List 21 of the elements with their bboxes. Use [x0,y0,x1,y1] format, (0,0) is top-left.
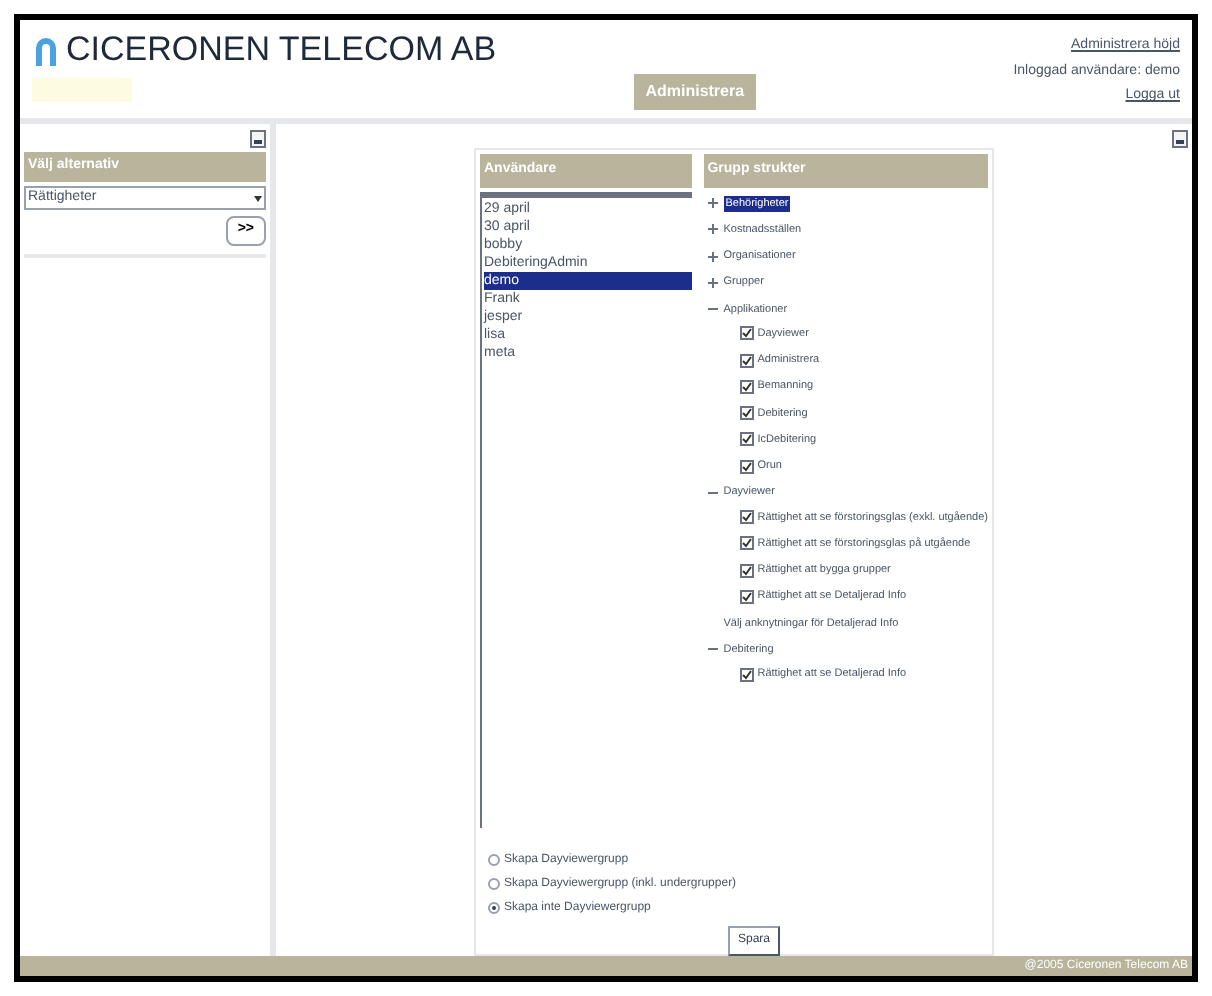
minimize-icon[interactable] [250,130,266,148]
company-name: CICERONEN TELECOM AB [66,32,497,66]
checkbox[interactable] [739,353,754,368]
checkbox[interactable] [739,589,754,604]
checkbox[interactable] [739,563,754,578]
logo-icon [32,33,60,65]
checkbox[interactable] [739,536,754,551]
checkbox[interactable] [739,406,754,421]
dropdown-arrow-icon [252,191,264,204]
minimize-icon[interactable] [1172,130,1188,148]
radio-button[interactable] [488,854,500,866]
radio-button[interactable] [488,878,500,890]
radio-button[interactable] [488,902,500,914]
checkbox[interactable] [739,667,754,682]
checkbox[interactable] [739,459,754,474]
checkbox[interactable] [739,379,754,394]
checkbox[interactable] [739,432,754,447]
expand-icon[interactable] [707,277,718,288]
checkbox[interactable] [739,326,754,341]
checkbox[interactable] [739,510,754,525]
expand-icon[interactable] [707,198,718,209]
